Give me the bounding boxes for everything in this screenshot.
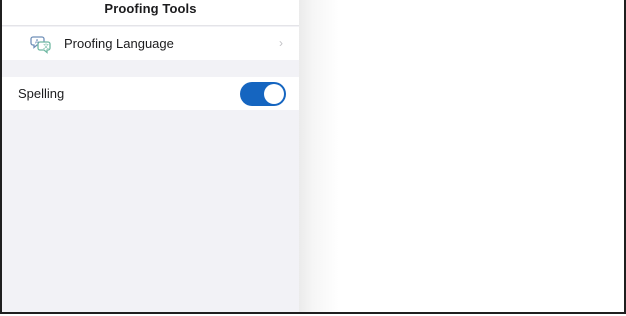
detail-pane xyxy=(299,0,624,312)
panel-title: Proofing Tools xyxy=(104,1,197,16)
chevron-right-icon: › xyxy=(279,36,283,50)
proofing-tools-panel: Proofing Tools A 文 Proofing Language › S… xyxy=(2,0,299,312)
app-window: Proofing Tools A 文 Proofing Language › S… xyxy=(0,0,626,314)
language-icon: A 文 xyxy=(30,34,52,54)
spelling-label: Spelling xyxy=(18,86,65,101)
spelling-toggle[interactable] xyxy=(240,82,286,106)
toggle-knob xyxy=(264,84,284,104)
proofing-language-label: Proofing Language xyxy=(64,36,174,51)
spelling-row: Spelling xyxy=(2,77,299,110)
proofing-language-row[interactable]: A 文 Proofing Language › xyxy=(2,27,299,60)
svg-text:文: 文 xyxy=(43,42,49,50)
panel-header: Proofing Tools xyxy=(2,0,299,26)
